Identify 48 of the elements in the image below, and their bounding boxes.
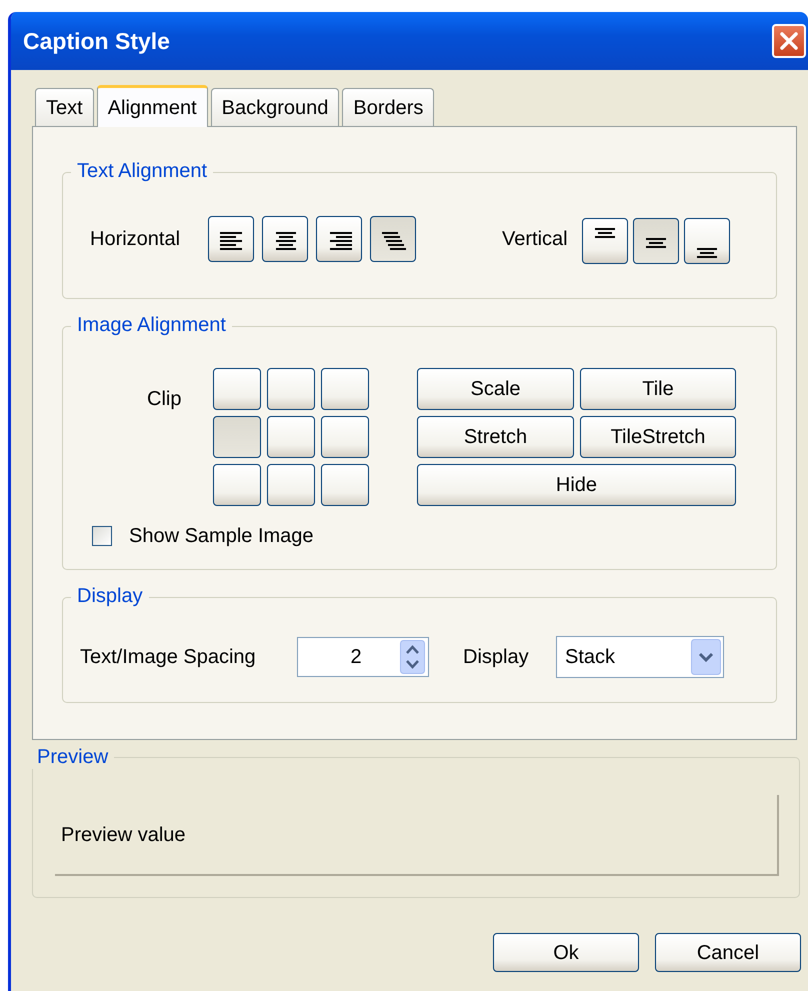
display-dropdown[interactable]: Stack [556,636,724,678]
tab[interactable]: Borders [342,88,434,126]
align-button[interactable] [370,216,416,262]
checkbox-label: Show Sample Image [129,524,314,549]
align-button[interactable] [262,216,308,262]
window-title: Caption Style [23,26,170,56]
clip-position-button[interactable] [267,464,315,506]
dialog-button[interactable]: Ok [493,933,639,972]
spin-field[interactable]: 2 [297,637,429,677]
clip-position-button[interactable] [321,368,369,410]
tab[interactable]: Background [210,88,340,126]
clip-position-button[interactable] [321,464,369,506]
align-left-icon [220,232,242,250]
clip-label: Clip [147,387,182,412]
align-stagger-icon [382,232,406,250]
align-button[interactable] [208,216,254,262]
align-button[interactable] [684,218,730,264]
spacing-label: Text/Image Spacing [80,645,257,670]
tab[interactable]: Alignment [96,85,208,127]
vertical-label: Vertical [502,227,569,252]
mode-button[interactable]: Stretch [417,416,574,458]
mode-button[interactable]: Hide [417,464,736,506]
mode-button[interactable]: Scale [417,368,574,410]
mode-button[interactable]: Tile [580,368,736,410]
align-button[interactable] [316,216,362,262]
checkbox[interactable] [92,526,112,546]
vertical-align-middle-icon [646,238,666,248]
dialog-button[interactable]: Cancel [655,933,801,972]
clip-position-button[interactable] [213,368,261,410]
align-button[interactable] [633,218,679,264]
clip-position-button[interactable] [267,368,315,410]
vertical-align-bottom-icon [697,248,717,258]
tab[interactable]: Text [35,88,94,126]
spin-arrows-icon[interactable] [400,640,425,674]
horizontal-label: Horizontal [90,227,182,252]
clip-position-button[interactable] [321,416,369,458]
align-center-icon [276,232,296,250]
close-button[interactable] [772,24,806,58]
mode-button[interactable]: TileStretch [580,416,736,458]
preview-text: Preview value [61,822,186,848]
close-icon [778,30,800,52]
vertical-align-top-icon [595,228,615,238]
align-right-icon [330,232,352,250]
clip-position-button[interactable] [267,416,315,458]
clip-position-button[interactable] [213,464,261,506]
align-button[interactable] [582,218,628,264]
clip-position-button[interactable] [213,416,261,458]
display-label: Display [463,645,530,670]
